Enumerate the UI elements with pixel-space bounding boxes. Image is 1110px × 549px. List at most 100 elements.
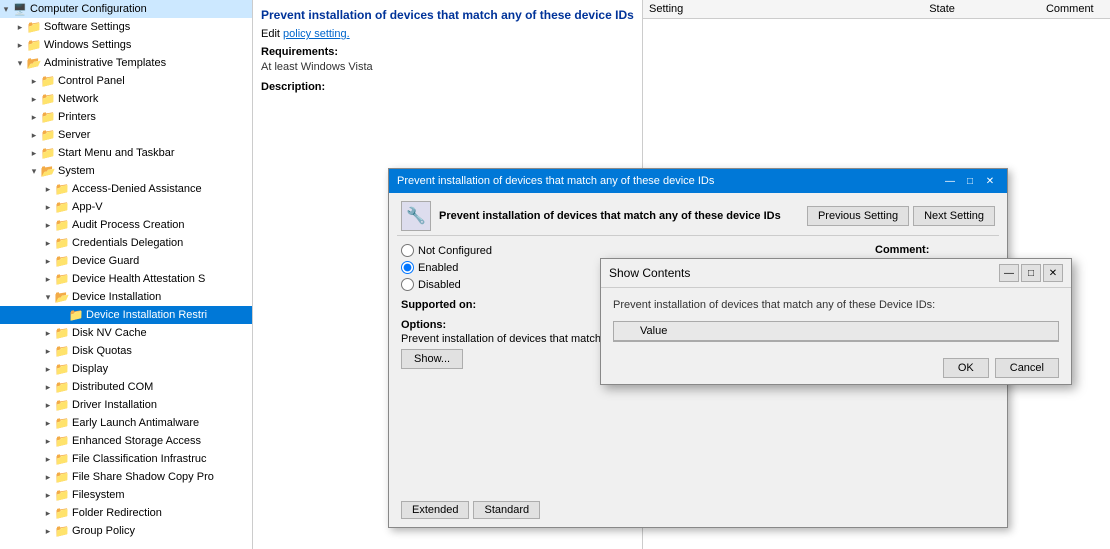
radio-not-configured-label: Not Configured bbox=[418, 245, 492, 257]
tree-arrow-folder-redirection[interactable]: ▸ bbox=[42, 507, 54, 519]
sidebar-label-disk-nv-cache: Disk NV Cache bbox=[72, 327, 252, 339]
sidebar-item-device-health[interactable]: ▸📁Device Health Attestation S bbox=[0, 270, 252, 288]
policy-setting-link[interactable]: policy setting. bbox=[283, 28, 350, 40]
folder-icon-filesystem: 📁 bbox=[54, 487, 70, 503]
sc-table: Value bbox=[614, 322, 1058, 341]
tree-arrow-distributed-com[interactable]: ▸ bbox=[42, 381, 54, 393]
show-contents-footer[interactable]: OK Cancel bbox=[601, 352, 1071, 384]
sc-ok-btn[interactable]: OK bbox=[943, 358, 989, 378]
sidebar-item-admin-templates[interactable]: ▾📂Administrative Templates bbox=[0, 54, 252, 72]
sidebar-item-credentials-delegation[interactable]: ▸📁Credentials Delegation bbox=[0, 234, 252, 252]
sidebar-item-disk-quotas[interactable]: ▸📁Disk Quotas bbox=[0, 342, 252, 360]
radio-not-configured-input[interactable] bbox=[401, 244, 414, 257]
sidebar-item-software-settings[interactable]: ▸📁Software Settings bbox=[0, 18, 252, 36]
tree-arrow-start-menu-taskbar[interactable]: ▸ bbox=[28, 147, 40, 159]
sidebar-item-folder-redirection[interactable]: ▸📁Folder Redirection bbox=[0, 504, 252, 522]
radio-not-configured[interactable]: Not Configured bbox=[401, 244, 863, 257]
sidebar-item-enhanced-storage[interactable]: ▸📁Enhanced Storage Access bbox=[0, 432, 252, 450]
tree-arrow-enhanced-storage[interactable]: ▸ bbox=[42, 435, 54, 447]
radio-disabled-input[interactable] bbox=[401, 278, 414, 291]
folder-icon-early-launch: 📁 bbox=[54, 415, 70, 431]
next-setting-button[interactable]: Next Setting bbox=[913, 206, 995, 226]
radio-enabled-input[interactable] bbox=[401, 261, 414, 274]
policy-dialog-max[interactable]: □ bbox=[961, 173, 979, 189]
tree-arrow-group-policy[interactable]: ▸ bbox=[42, 525, 54, 537]
tree-arrow-admin-templates[interactable]: ▾ bbox=[14, 57, 26, 69]
tree-arrow-computer-config[interactable]: ▾ bbox=[0, 3, 12, 15]
tree-arrow-windows-settings[interactable]: ▸ bbox=[14, 39, 26, 51]
tree-arrow-device-install-restr[interactable] bbox=[56, 309, 68, 321]
sc-close-btn[interactable]: ✕ bbox=[1043, 264, 1063, 282]
sidebar-item-device-guard[interactable]: ▸📁Device Guard bbox=[0, 252, 252, 270]
comment-label: Comment: bbox=[875, 244, 995, 256]
tree-arrow-file-share-shadow[interactable]: ▸ bbox=[42, 471, 54, 483]
sidebar-item-start-menu-taskbar[interactable]: ▸📁Start Menu and Taskbar bbox=[0, 144, 252, 162]
policy-dialog-footer[interactable]: Extended Standard bbox=[389, 497, 1007, 527]
description-label: Description: bbox=[261, 81, 634, 93]
policy-dialog-min[interactable]: — bbox=[941, 173, 959, 189]
tree-arrow-device-guard[interactable]: ▸ bbox=[42, 255, 54, 267]
sidebar-item-control-panel[interactable]: ▸📁Control Panel bbox=[0, 72, 252, 90]
tree-arrow-server[interactable]: ▸ bbox=[28, 129, 40, 141]
sidebar-item-access-denied[interactable]: ▸📁Access-Denied Assistance bbox=[0, 180, 252, 198]
sidebar-item-system[interactable]: ▾📂System bbox=[0, 162, 252, 180]
sidebar-item-network[interactable]: ▸📁Network bbox=[0, 90, 252, 108]
footer-extended-tab[interactable]: Extended bbox=[401, 501, 469, 519]
sidebar-item-file-share-shadow[interactable]: ▸📁File Share Shadow Copy Pro bbox=[0, 468, 252, 486]
sidebar-label-system: System bbox=[58, 165, 252, 177]
tree-arrow-network[interactable]: ▸ bbox=[28, 93, 40, 105]
tree-arrow-control-panel[interactable]: ▸ bbox=[28, 75, 40, 87]
sidebar-item-display[interactable]: ▸📁Display bbox=[0, 360, 252, 378]
tree-arrow-credentials-delegation[interactable]: ▸ bbox=[42, 237, 54, 249]
sidebar-item-file-classification[interactable]: ▸📁File Classification Infrastruc bbox=[0, 450, 252, 468]
tree-arrow-system[interactable]: ▾ bbox=[28, 165, 40, 177]
show-button[interactable]: Show... bbox=[401, 349, 463, 369]
tree-arrow-driver-installation[interactable]: ▸ bbox=[42, 399, 54, 411]
sidebar-item-early-launch[interactable]: ▸📁Early Launch Antimalware bbox=[0, 414, 252, 432]
sidebar-item-windows-settings[interactable]: ▸📁Windows Settings bbox=[0, 36, 252, 54]
sidebar-item-device-install-restr[interactable]: 📁Device Installation Restri bbox=[0, 306, 252, 324]
sidebar-item-server[interactable]: ▸📁Server bbox=[0, 126, 252, 144]
sc-cancel-btn[interactable]: Cancel bbox=[995, 358, 1059, 378]
sidebar-item-computer-config[interactable]: ▾🖥️Computer Configuration bbox=[0, 0, 252, 18]
tree-arrow-device-installation[interactable]: ▾ bbox=[42, 291, 54, 303]
tree-arrow-file-classification[interactable]: ▸ bbox=[42, 453, 54, 465]
folder-icon-software-settings: 📁 bbox=[26, 19, 42, 35]
tree-arrow-access-denied[interactable]: ▸ bbox=[42, 183, 54, 195]
tree-arrow-app-v[interactable]: ▸ bbox=[42, 201, 54, 213]
show-contents-dialog[interactable]: Show Contents — □ ✕ Prevent installation… bbox=[600, 258, 1072, 385]
tree-arrow-early-launch[interactable]: ▸ bbox=[42, 417, 54, 429]
sc-col-value: Value bbox=[634, 322, 1058, 341]
prev-setting-button[interactable]: Previous Setting bbox=[807, 206, 909, 226]
tree-arrow-disk-quotas[interactable]: ▸ bbox=[42, 345, 54, 357]
policy-dialog-nav[interactable]: Previous Setting Next Setting bbox=[807, 206, 995, 226]
tree-arrow-device-health[interactable]: ▸ bbox=[42, 273, 54, 285]
tree-arrow-audit-process[interactable]: ▸ bbox=[42, 219, 54, 231]
sidebar[interactable]: ▾🖥️Computer Configuration▸📁Software Sett… bbox=[0, 0, 253, 549]
footer-standard-tab[interactable]: Standard bbox=[473, 501, 540, 519]
folder-icon-server: 📁 bbox=[40, 127, 56, 143]
tree-arrow-printers[interactable]: ▸ bbox=[28, 111, 40, 123]
sc-max-btn[interactable]: □ bbox=[1021, 264, 1041, 282]
sidebar-item-printers[interactable]: ▸📁Printers bbox=[0, 108, 252, 126]
sc-min-btn[interactable]: — bbox=[999, 264, 1019, 282]
sidebar-item-device-installation[interactable]: ▾📂Device Installation bbox=[0, 288, 252, 306]
tree-arrow-filesystem[interactable]: ▸ bbox=[42, 489, 54, 501]
sidebar-item-filesystem[interactable]: ▸📁Filesystem bbox=[0, 486, 252, 504]
sc-table-container: Value bbox=[613, 321, 1059, 342]
policy-dialog-header: 🔧 Prevent installation of devices that m… bbox=[389, 193, 1007, 235]
sc-titlebar-controls[interactable]: — □ ✕ bbox=[999, 264, 1063, 282]
policy-dialog-close[interactable]: ✕ bbox=[981, 173, 999, 189]
sidebar-item-driver-installation[interactable]: ▸📁Driver Installation bbox=[0, 396, 252, 414]
sidebar-item-audit-process[interactable]: ▸📁Audit Process Creation bbox=[0, 216, 252, 234]
tree-arrow-software-settings[interactable]: ▸ bbox=[14, 21, 26, 33]
folder-icon-printers: 📁 bbox=[40, 109, 56, 125]
sidebar-item-group-policy[interactable]: ▸📁Group Policy bbox=[0, 522, 252, 540]
sidebar-item-distributed-com[interactable]: ▸📁Distributed COM bbox=[0, 378, 252, 396]
sidebar-item-app-v[interactable]: ▸📁App-V bbox=[0, 198, 252, 216]
policy-dialog-controls[interactable]: — □ ✕ bbox=[941, 173, 999, 189]
sidebar-item-disk-nv-cache[interactable]: ▸📁Disk NV Cache bbox=[0, 324, 252, 342]
sidebar-label-distributed-com: Distributed COM bbox=[72, 381, 252, 393]
tree-arrow-display[interactable]: ▸ bbox=[42, 363, 54, 375]
tree-arrow-disk-nv-cache[interactable]: ▸ bbox=[42, 327, 54, 339]
